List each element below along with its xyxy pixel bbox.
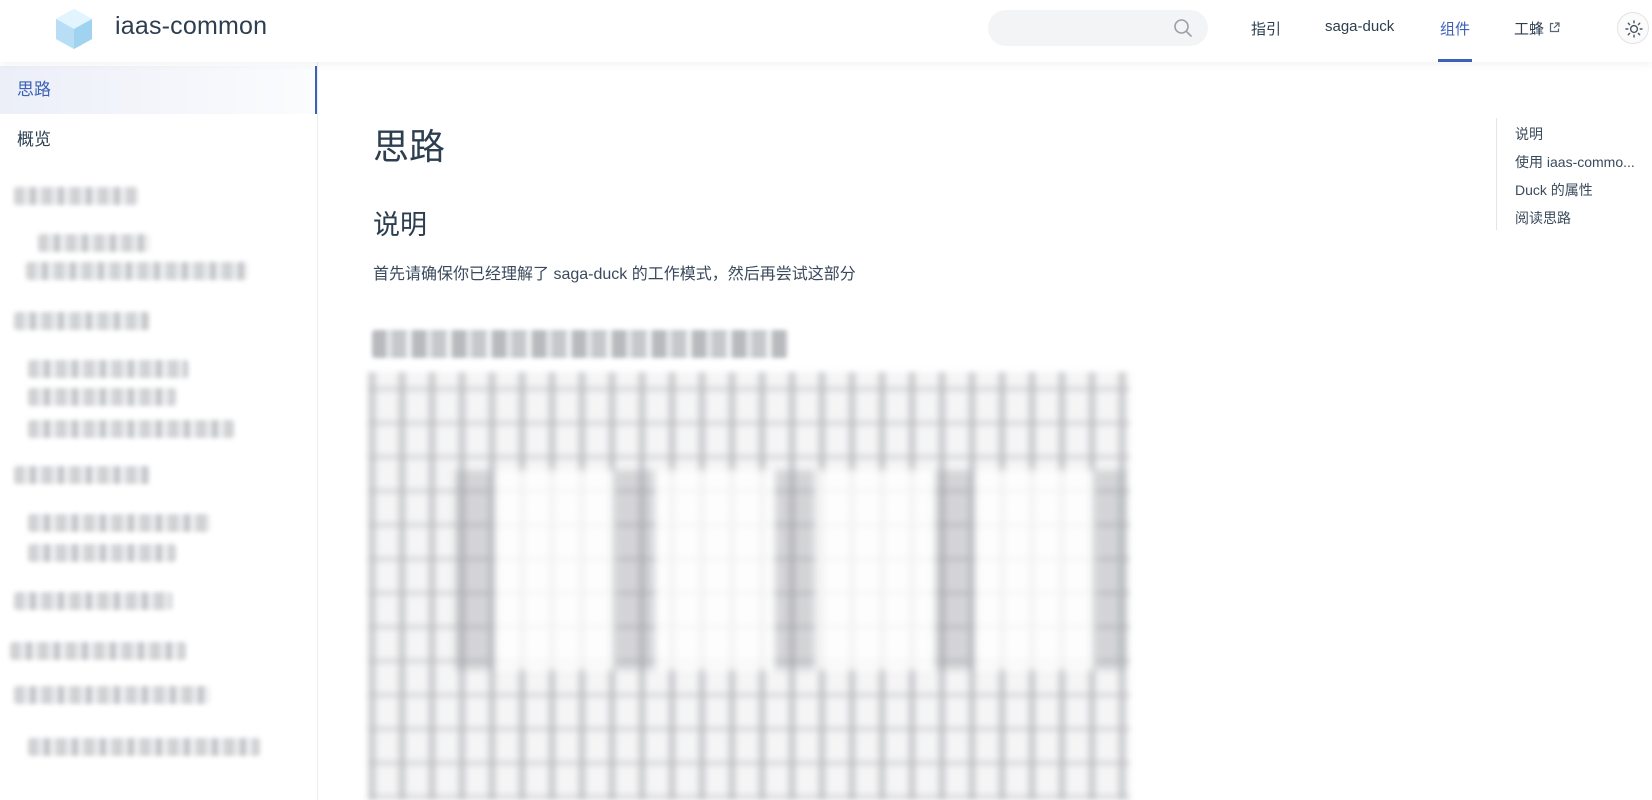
top-navbar: iaas-common 指引 saga-duck 组件 工蜂 (0, 0, 1652, 62)
obscured-diagram-detail (455, 470, 1125, 670)
page-title: 思路 (373, 126, 446, 167)
obscured-caption (372, 330, 788, 358)
sidebar-item-obscured[interactable] (28, 388, 176, 406)
search-icon[interactable] (1173, 18, 1193, 38)
sidebar-item-obscured[interactable] (14, 466, 150, 484)
page-outline: 说明 使用 iaas-commo... Duck 的属性 阅读思路 (1496, 118, 1652, 230)
sidebar-item-obscured[interactable] (14, 686, 210, 704)
sidebar-item-overview[interactable]: 概览 (0, 116, 317, 164)
sidebar-item-obscured[interactable] (28, 738, 260, 756)
theme-toggle-button[interactable] (1617, 12, 1649, 44)
nav-link-guide[interactable]: 指引 (1251, 18, 1281, 39)
outline-item-explanation[interactable]: 说明 (1515, 124, 1651, 144)
sidebar-item-obscured[interactable] (28, 360, 188, 378)
section-heading-explanation: 说明 (373, 210, 427, 240)
outline-item-duck-props[interactable]: Duck 的属性 (1515, 180, 1651, 200)
sidebar-item-obscured[interactable] (10, 642, 186, 660)
nav-link-saga-duck[interactable]: saga-duck (1325, 18, 1394, 35)
sun-icon (1625, 20, 1643, 38)
sidebar-item-obscured[interactable] (14, 312, 150, 330)
outline-item-reading-guide[interactable]: 阅读思路 (1515, 208, 1651, 228)
outline-item-use-iaas-common[interactable]: 使用 iaas-commo... (1515, 152, 1651, 172)
sidebar-item-obscured[interactable] (38, 234, 150, 252)
external-link-icon (1549, 22, 1560, 33)
nav-link-gongfeng[interactable]: 工蜂 (1514, 18, 1544, 39)
sidebar-item-obscured[interactable] (28, 514, 210, 532)
sidebar-item-obscured[interactable] (26, 262, 248, 280)
sidebar-item-obscured[interactable] (28, 420, 234, 438)
sidebar-item-obscured[interactable] (28, 544, 176, 562)
intro-paragraph: 首先请确保你已经理解了 saga-duck 的工作模式，然后再尝试这部分 (373, 266, 856, 283)
nav-active-indicator (1438, 59, 1472, 62)
sidebar-item-obscured[interactable] (14, 187, 138, 205)
sidebar-item-obscured[interactable] (14, 592, 172, 610)
cube-logo-icon[interactable] (54, 7, 94, 51)
sidebar-item-thinking[interactable]: 思路 (0, 66, 317, 114)
nav-link-components[interactable]: 组件 (1440, 18, 1470, 39)
sidebar: 思路 概览 (0, 62, 318, 800)
site-title[interactable]: iaas-common (115, 12, 267, 41)
